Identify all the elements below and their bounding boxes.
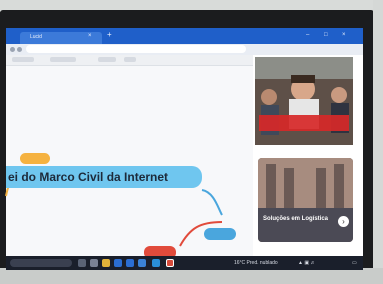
windows-taskbar: 16°C Pred. nublado ▲ ▣ ♬ ▭ bbox=[6, 256, 363, 270]
mindmap-central-node[interactable]: ei do Marco Civil da Internet bbox=[6, 166, 202, 188]
file-explorer-icon[interactable] bbox=[102, 259, 110, 267]
news-ad-caption bbox=[259, 115, 349, 131]
news-ad-image[interactable] bbox=[255, 57, 353, 145]
logistics-ad[interactable]: Soluções em Logística › bbox=[258, 158, 353, 242]
notification-icon[interactable]: ▭ bbox=[352, 260, 357, 266]
mindmap-node-orange[interactable] bbox=[20, 153, 50, 164]
crowd-photo-image bbox=[255, 57, 353, 145]
store-icon[interactable] bbox=[114, 259, 122, 267]
warehouse-image bbox=[258, 158, 353, 242]
weather-widget[interactable]: 16°C Pred. nublado bbox=[234, 260, 278, 266]
connector-blue bbox=[201, 189, 223, 216]
central-node-label: ei do Marco Civil da Internet bbox=[8, 170, 169, 184]
mindmap-node-blue[interactable] bbox=[204, 228, 236, 240]
chevron-right-icon[interactable]: › bbox=[338, 216, 349, 227]
monitor-brand-logo bbox=[140, 264, 180, 270]
system-tray-icons[interactable]: ▲ ▣ ♬ bbox=[298, 260, 315, 266]
mail-icon[interactable] bbox=[126, 259, 134, 267]
taskbar-search[interactable] bbox=[10, 259, 72, 267]
ad-title: Soluções em Logística bbox=[263, 216, 329, 222]
system-clock[interactable] bbox=[348, 258, 349, 268]
task-view-icon[interactable] bbox=[78, 259, 86, 267]
app-icon[interactable] bbox=[90, 259, 98, 267]
